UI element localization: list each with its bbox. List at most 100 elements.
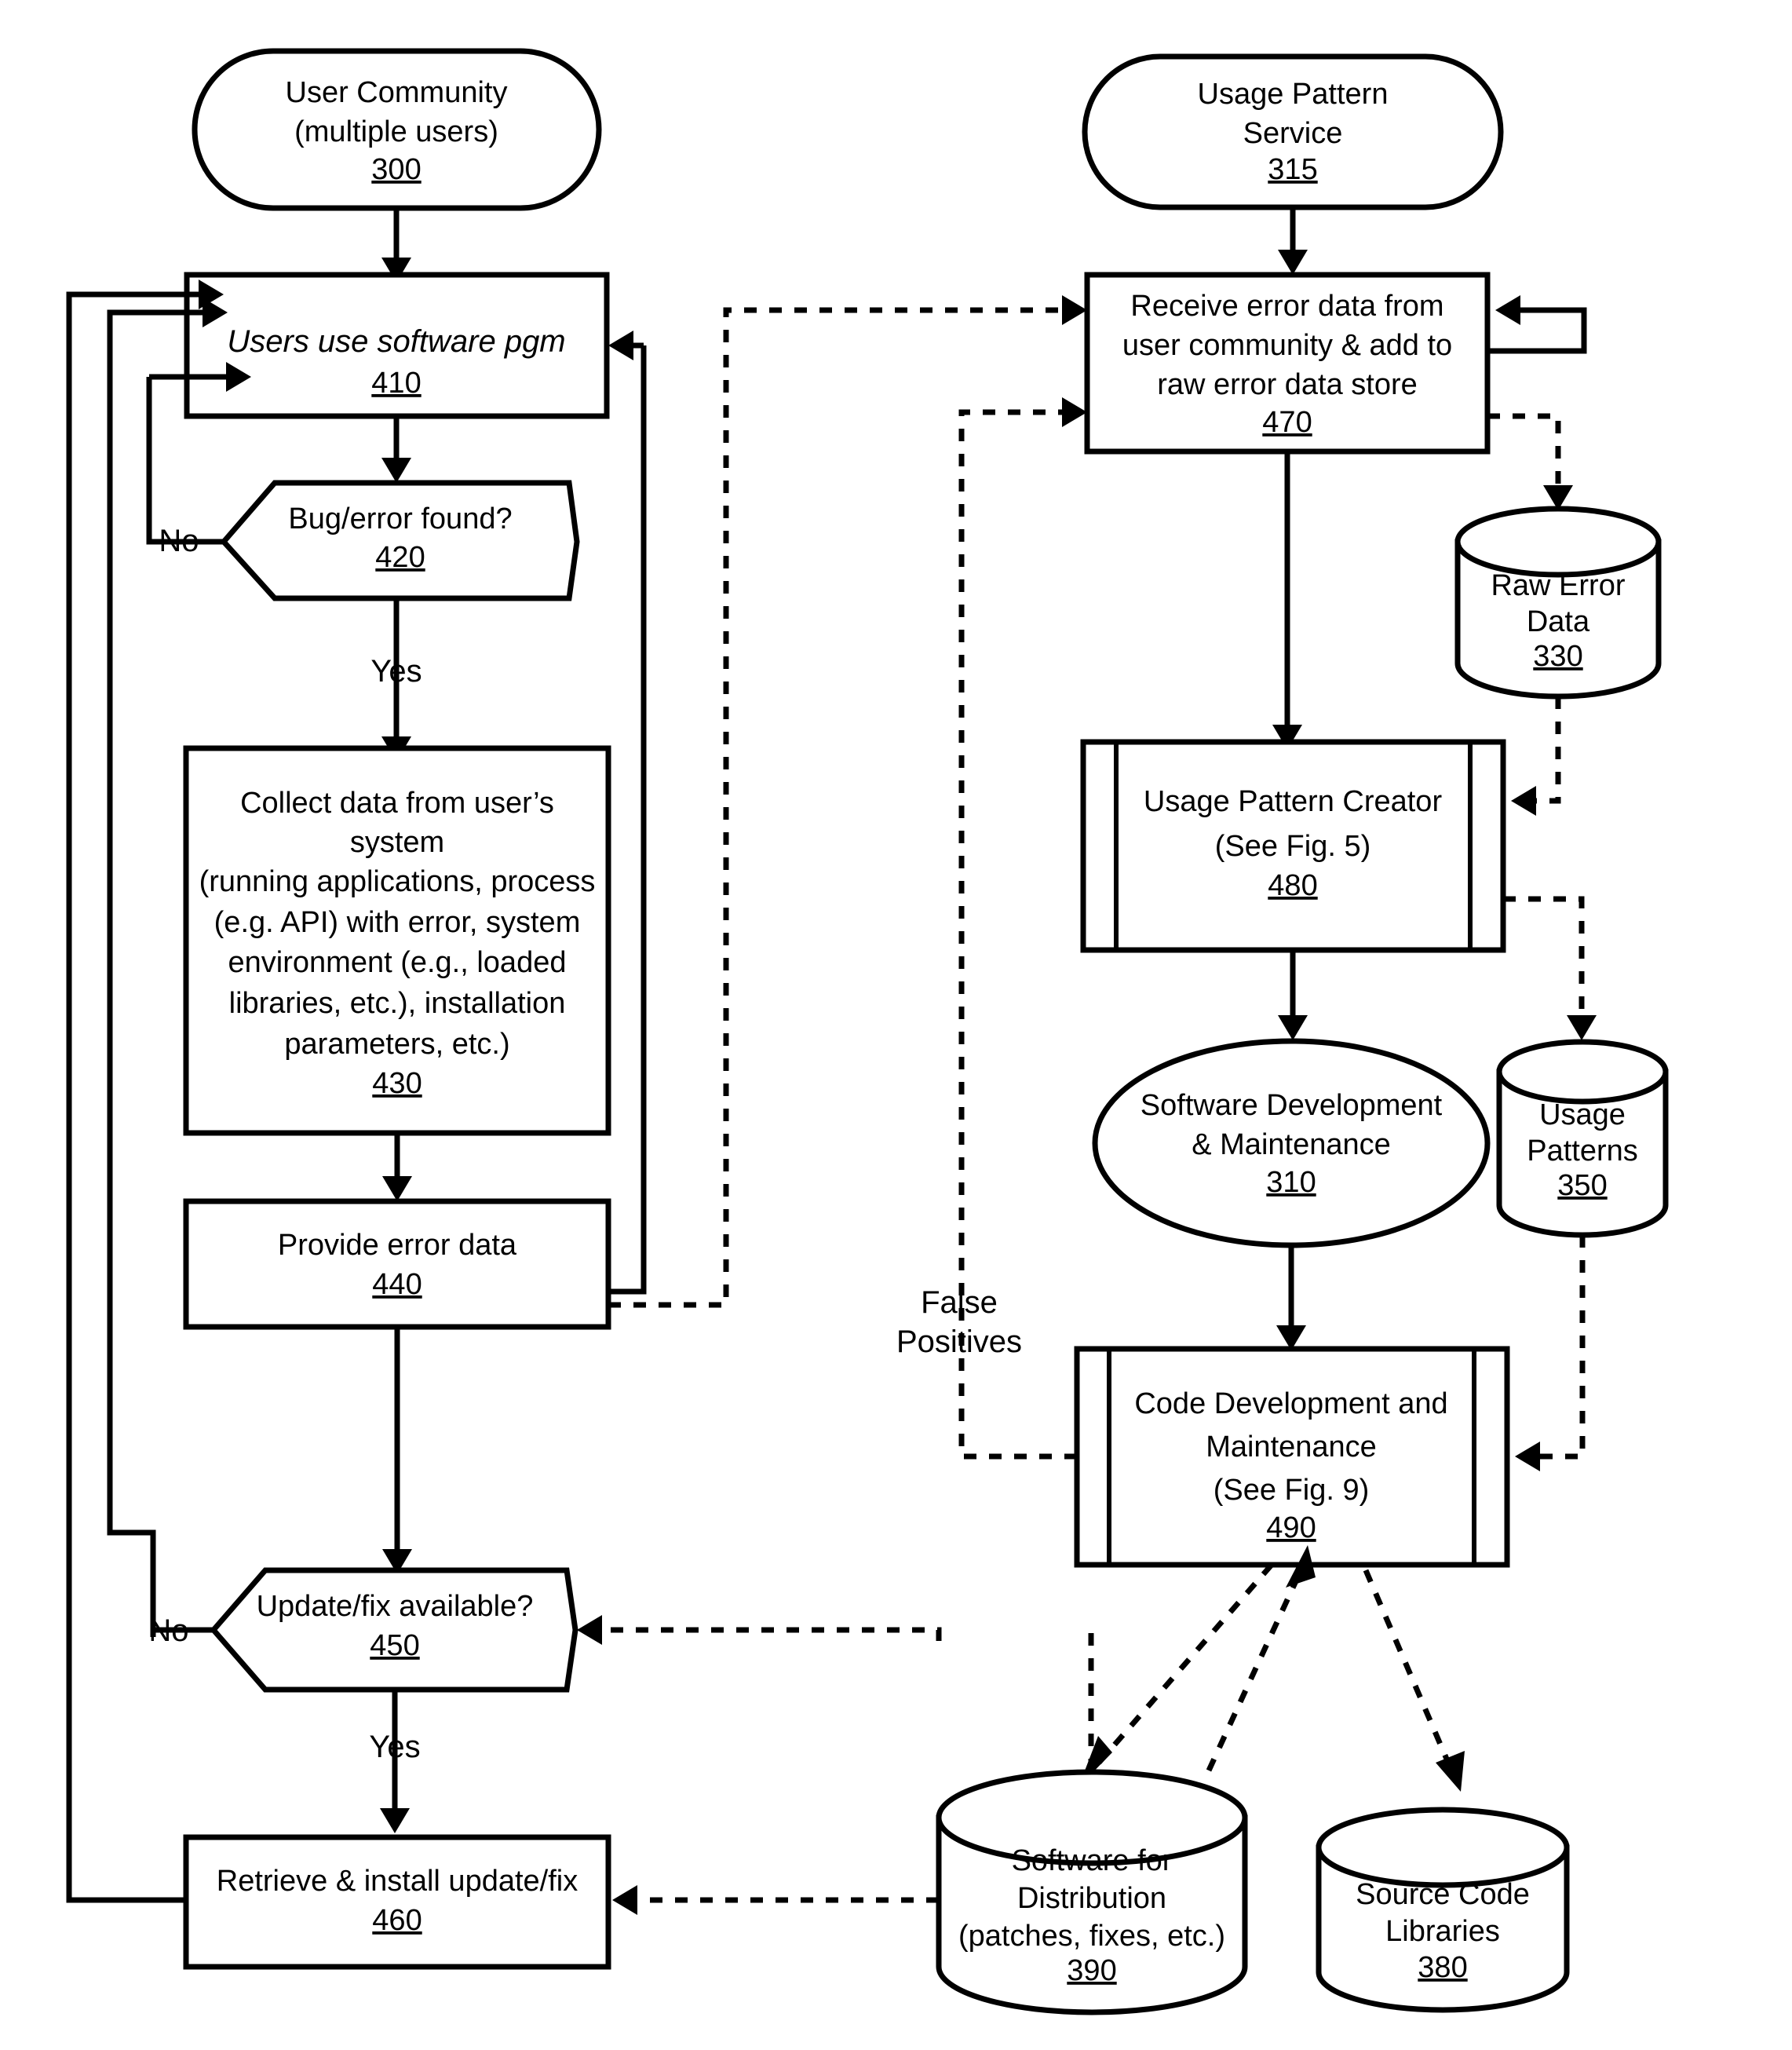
node-source-code-libraries[interactable]: Source Code Libraries 380 (1316, 1807, 1570, 2013)
usage-pattern-service-line2: Service (1243, 117, 1343, 150)
node-bug-found[interactable]: Bug/error found? 420 (220, 480, 580, 601)
arrowhead-480-usage-patterns (1567, 1015, 1597, 1040)
arrowhead-440-back-410 (608, 331, 633, 360)
collect-data-line2: system (350, 826, 444, 859)
receive-error-data-line2: user community & add to (1122, 329, 1452, 362)
bug-found-ref: 420 (375, 541, 425, 574)
users-use-pgm-ref: 410 (371, 367, 421, 400)
node-code-dev-maintenance[interactable]: Code Development and Maintenance (See Fi… (1074, 1346, 1510, 1568)
software-for-distribution-ref: 390 (1067, 1954, 1116, 1987)
edge-label-update-no: No (148, 1613, 188, 1648)
edge-480-to-usage-patterns (1503, 896, 1585, 1017)
edge-label-bug-no: No (159, 524, 199, 558)
usage-patterns-ref: 350 (1557, 1169, 1607, 1202)
usage-pattern-creator-ref: 480 (1268, 869, 1317, 902)
software-dev-maint-line1: Software Development (1141, 1089, 1443, 1122)
software-for-distribution-line3: (patches, fixes, etc.) (958, 1920, 1225, 1953)
collect-data-line7: parameters, etc.) (284, 1028, 509, 1061)
usage-pattern-creator-line2: (See Fig. 5) (1215, 830, 1371, 863)
collect-data-line5: environment (e.g., loaded (228, 946, 567, 979)
node-user-community[interactable]: User Community (multiple users) 300 (192, 48, 602, 211)
edge-390-to-450 (600, 1627, 942, 1641)
node-usage-pattern-creator[interactable]: Usage Pattern Creator (See Fig. 5) 480 (1080, 739, 1506, 953)
receive-error-data-line1: Receive error data from (1130, 290, 1443, 323)
node-users-use-pgm[interactable]: Users use software pgm 410 (184, 272, 610, 419)
collect-data-line4: (e.g. API) with error, system (214, 906, 581, 939)
provide-error-data-ref: 440 (372, 1268, 422, 1301)
usage-pattern-creator-line1: Usage Pattern Creator (1144, 785, 1443, 818)
arrowhead-usage-patterns-490 (1515, 1442, 1540, 1471)
arrowhead-490-source-code (1436, 1751, 1465, 1792)
software-dev-maint-line2: & Maintenance (1192, 1128, 1391, 1161)
raw-error-data-line2: Data (1527, 605, 1590, 638)
code-dev-maint-line1: Code Development and (1134, 1387, 1447, 1420)
edge-raw-to-480 (1535, 696, 1561, 804)
node-usage-patterns[interactable]: Usage Patterns 350 (1496, 1039, 1669, 1238)
code-dev-maint-ref: 490 (1266, 1511, 1316, 1544)
user-community-line2: (multiple users) (294, 115, 498, 148)
arrowhead-440-470 (1062, 295, 1087, 325)
source-code-libraries-ref: 380 (1418, 1951, 1467, 1984)
provide-error-data-label: Provide error data (278, 1229, 517, 1262)
node-provide-error-data[interactable]: Provide error data 440 (183, 1198, 611, 1330)
edge-490-to-sw-distribution (1097, 1562, 1274, 1765)
arrowhead-470-self-loop (1495, 295, 1520, 325)
node-software-dev-maintenance[interactable]: Software Development & Maintenance 310 (1092, 1038, 1491, 1248)
edge-sw-distribution-to-490 (1206, 1573, 1302, 1772)
figure-root: User Community (multiple users) 300 User… (0, 0, 1792, 2050)
code-dev-maint-line3: (See Fig. 9) (1214, 1474, 1370, 1507)
node-raw-error-data[interactable]: Raw Error Data 330 (1454, 506, 1662, 700)
edge-470-self-loop (1487, 307, 1587, 354)
software-for-distribution-line2: Distribution (1017, 1882, 1166, 1915)
update-available-ref: 450 (370, 1629, 419, 1662)
code-dev-maint-line2: Maintenance (1206, 1431, 1377, 1464)
arrowhead-false-positives-470 (1062, 397, 1087, 427)
raw-error-data-ref: 330 (1533, 640, 1582, 673)
collect-data-line3: (running applications, process (199, 865, 596, 898)
edge-label-false-positives-line2: Positives (896, 1325, 1022, 1359)
users-use-pgm-label: Users use software pgm (227, 324, 565, 359)
raw-error-data-line1: Raw Error (1491, 569, 1625, 602)
node-update-available[interactable]: Update/fix available? 450 (210, 1567, 578, 1693)
retrieve-install-label: Retrieve & install update/fix (217, 1865, 578, 1898)
usage-patterns-line1: Usage (1539, 1098, 1626, 1131)
node-usage-pattern-service[interactable]: Usage Pattern Service 315 (1082, 53, 1504, 210)
usage-patterns-line2: Patterns (1527, 1135, 1638, 1168)
user-community-line1: User Community (286, 76, 508, 109)
software-for-distribution-line1: Software for (1012, 1844, 1173, 1877)
source-code-libraries-line2: Libraries (1385, 1915, 1500, 1948)
edge-usage-patterns-to-490 (1538, 1235, 1586, 1460)
usage-pattern-service-line1: Usage Pattern (1198, 78, 1389, 111)
node-software-for-distribution[interactable]: Software for Distribution (patches, fixe… (936, 1769, 1248, 2015)
arrowhead-raw-480 (1511, 786, 1536, 816)
receive-error-data-line3: raw error data store (1157, 368, 1418, 401)
edge-470-to-raw-error-data (1487, 413, 1561, 487)
node-retrieve-install[interactable]: Retrieve & install update/fix 460 (183, 1834, 611, 1970)
edge-440-to-470-dashed (608, 307, 1064, 1308)
collect-data-line1: Collect data from user’s (240, 787, 554, 820)
bug-found-label: Bug/error found? (288, 502, 512, 535)
edge-440-back-410 (608, 345, 647, 1295)
arrowhead-410-420 (381, 458, 411, 483)
edge-label-bug-yes: Yes (370, 654, 422, 689)
arrowhead-390-460 (612, 1885, 637, 1915)
edge-label-update-yes: Yes (369, 1730, 420, 1764)
user-community-ref: 300 (371, 153, 421, 186)
node-collect-data[interactable]: Collect data from user’s system (running… (183, 745, 611, 1136)
software-dev-maint-ref: 310 (1266, 1166, 1316, 1199)
arrowhead-480-310 (1278, 1015, 1308, 1040)
receive-error-data-ref: 470 (1262, 406, 1312, 439)
node-receive-error-data[interactable]: Receive error data from user community &… (1084, 272, 1491, 455)
collect-data-line6: libraries, etc.), installation (229, 987, 566, 1020)
arrowhead-390-450 (577, 1615, 602, 1645)
collect-data-ref: 430 (372, 1067, 422, 1100)
flowchart-diagram: User Community (multiple users) 300 User… (66, 48, 1669, 2015)
arrowhead-315-470 (1278, 250, 1308, 275)
edge-490-to-source-code-libraries (1363, 1569, 1451, 1764)
update-available-label: Update/fix available? (257, 1590, 534, 1623)
retrieve-install-ref: 460 (372, 1904, 422, 1937)
usage-pattern-service-ref: 315 (1268, 153, 1317, 186)
arrowhead-450-460 (380, 1808, 410, 1833)
arrowhead-430-440 (382, 1176, 412, 1201)
source-code-libraries-line1: Source Code (1356, 1878, 1530, 1911)
